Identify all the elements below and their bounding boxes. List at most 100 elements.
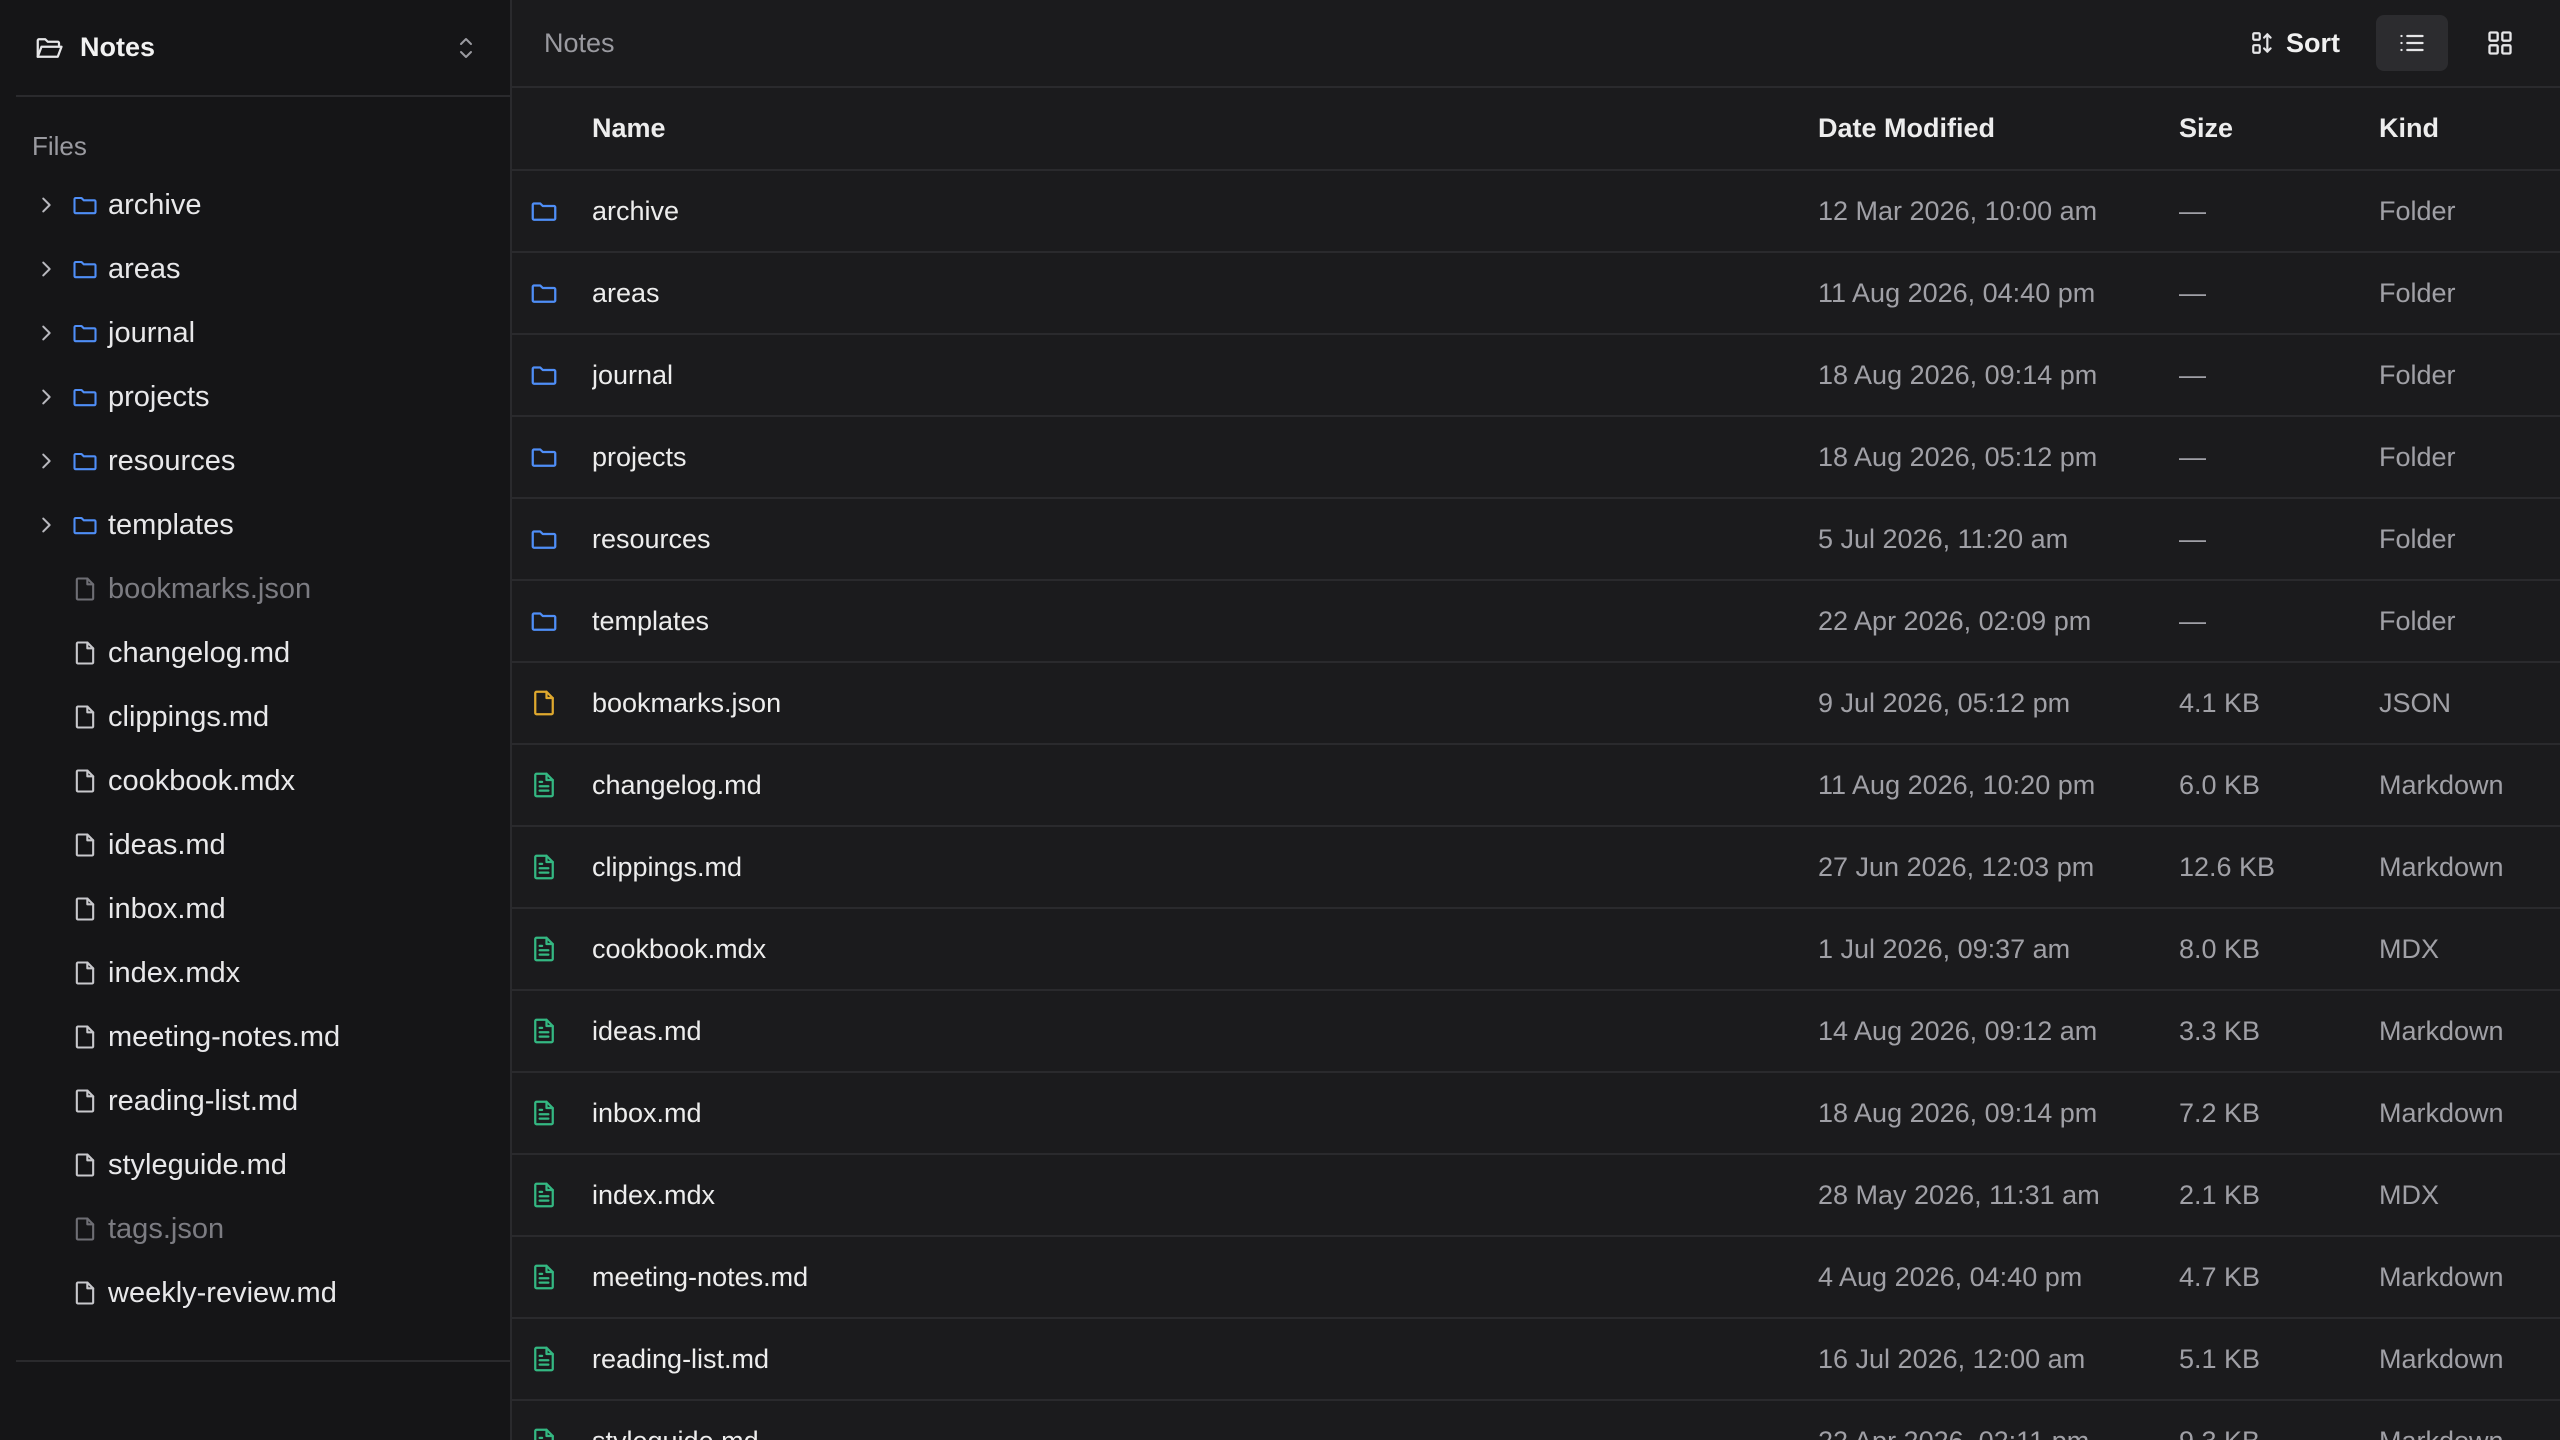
workspace-name: Notes [80,32,156,62]
table-row[interactable]: projects 18 Aug 2026, 05:12 pm — Folder [512,416,2560,498]
row-size: 5.1 KB [2179,1343,2261,1374]
breadcrumb[interactable]: Notes [544,28,2230,59]
sidebar: Notes Files archive areas journal projects r… [0,0,526,1440]
sidebar-file-item[interactable]: inbox.md [0,877,510,941]
row-date-modified: 1 Jul 2026, 09:37 am [1818,933,2071,964]
column-header-size[interactable]: Size [2179,88,2379,170]
sidebar-file-item[interactable]: changelog.md [0,621,510,685]
row-kind: Folder [2379,523,2456,554]
table-row[interactable]: journal 18 Aug 2026, 09:14 pm — Folder [512,334,2560,416]
row-size: 8.0 KB [2179,933,2261,964]
sidebar-file-item[interactable]: ideas.md [0,813,510,877]
sidebar-file-item[interactable]: meeting-notes.md [0,1005,510,1069]
row-date-modified: 28 May 2026, 11:31 am [1818,1179,2100,1210]
row-kind: Folder [2379,195,2456,226]
chevron-right-icon[interactable] [32,255,60,283]
grid-icon [2488,31,2512,55]
sidebar-folder-item[interactable]: journal [0,301,510,365]
sidebar-item-label: styleguide.md [108,1148,287,1181]
sidebar-item-label: cookbook.mdx [108,764,295,797]
row-kind: Markdown [2379,769,2504,800]
sidebar-item-label: tags.json [108,1212,225,1245]
row-date-modified: 11 Aug 2026, 04:40 pm [1818,277,2096,308]
table-row[interactable]: index.mdx 28 May 2026, 11:31 am 2.1 KB MDX [512,1154,2560,1236]
sidebar-file-item[interactable]: index.mdx [0,941,510,1005]
row-name: journal [592,359,674,390]
sidebar-folder-item[interactable]: templates [0,493,510,557]
table-row[interactable]: areas 11 Aug 2026, 04:40 pm — Folder [512,252,2560,334]
sidebar-file-item[interactable]: reading-list.md [0,1069,510,1133]
folder-icon [512,606,576,636]
table-row[interactable]: meeting-notes.md 4 Aug 2026, 04:40 pm 4.7 … [512,1236,2560,1318]
table-row[interactable]: bookmarks.json 9 Jul 2026, 05:12 pm 4.1 KB… [512,662,2560,744]
table-row[interactable]: clippings.md 27 Jun 2026, 12:03 pm 12.6 KB… [512,826,2560,908]
sidebar-file-item[interactable]: weekly-review.md [0,1261,510,1325]
file-icon [70,1150,100,1180]
list-view-button[interactable] [2376,15,2448,71]
row-date-modified: 18 Aug 2026, 09:14 pm [1818,359,2098,390]
table-row[interactable]: cookbook.mdx 1 Jul 2026, 09:37 am 8.0 KB MD… [512,908,2560,990]
row-size: 3.3 KB [2179,1015,2261,1046]
row-icon-cell [512,1236,592,1318]
table-row[interactable]: styleguide.md22 Apr 2026, 02:11 pm9.3 KB… [512,1400,2560,1440]
sidebar-folder-item[interactable]: projects [0,365,510,429]
row-name: resources [592,523,711,554]
table-row[interactable]: inbox.md 18 Aug 2026, 09:14 pm 7.2 KB Markd… [512,1072,2560,1154]
sidebar-file-item[interactable]: styleguide.md [0,1133,510,1197]
row-name: templates [592,605,710,636]
sidebar-folder-item[interactable]: areas [0,237,510,301]
row-date-modified: 22 Apr 2026, 02:09 pm [1818,605,2092,636]
sidebar-folder-item[interactable]: archive [0,173,510,237]
chevron-right-icon[interactable] [32,383,60,411]
folder-icon [70,254,100,284]
text-file-icon [512,1426,576,1440]
row-date-modified: 4 Aug 2026, 04:40 pm [1818,1261,2083,1292]
chevron-right-icon[interactable] [32,191,60,219]
row-name: styleguide.md [592,1400,1818,1440]
workspace-switcher[interactable]: Notes [16,0,526,97]
row-name: bookmarks.json [592,687,782,718]
sort-button-label: Sort [2286,27,2340,58]
sidebar-file-item[interactable]: tags.json [0,1197,510,1261]
sidebar-item-label: areas [108,252,181,285]
row-date-modified: 5 Jul 2026, 11:20 am [1818,523,2069,554]
table-row[interactable]: archive 12 Mar 2026, 10:00 am — Folder [512,170,2560,252]
table-row[interactable]: resources 5 Jul 2026, 11:20 am — Folder [512,498,2560,580]
row-kind: Markdown [2379,1400,2560,1440]
row-icon-cell [512,1072,592,1154]
folder-icon [70,190,100,220]
sort-button[interactable]: Sort [2230,15,2360,71]
row-name: meeting-notes.md [592,1261,809,1292]
row-date-modified: 9 Jul 2026, 05:12 pm [1818,687,2071,718]
folder-icon [512,524,576,554]
sidebar-folder-item[interactable]: resources [0,429,510,493]
file-icon [70,766,100,796]
table-row[interactable]: reading-list.md 16 Jul 2026, 12:00 am 5.1 … [512,1318,2560,1400]
table-row[interactable]: changelog.md 11 Aug 2026, 10:20 pm 6.0 KB M… [512,744,2560,826]
row-name: reading-list.md [592,1343,770,1374]
column-header-date-modified[interactable]: Date Modified [1818,88,2179,170]
sidebar-file-item[interactable]: cookbook.mdx [0,749,510,813]
chevron-right-icon[interactable] [32,319,60,347]
sidebar-file-item[interactable]: bookmarks.json [0,557,510,621]
column-header-kind[interactable]: Kind [2379,88,2560,170]
row-icon-cell [512,1318,592,1400]
sidebar-file-item[interactable]: clippings.md [0,685,510,749]
column-header-name[interactable]: Name [592,88,1818,170]
row-name: inbox.md [592,1097,702,1128]
row-kind: Markdown [2379,1097,2504,1128]
row-kind: MDX [2379,933,2439,964]
file-icon [70,894,100,924]
chevron-right-icon[interactable] [32,511,60,539]
row-kind: Markdown [2379,851,2504,882]
chevron-right-icon[interactable] [32,447,60,475]
chevron-up-down-icon[interactable] [454,33,478,63]
files-section-heading: Files [32,131,87,161]
table-row[interactable]: ideas.md 14 Aug 2026, 09:12 am 3.3 KB Markd… [512,990,2560,1072]
table-row[interactable]: templates 22 Apr 2026, 02:09 pm — Folder [512,580,2560,662]
row-size: — [2179,195,2206,226]
main-panel: Notes Sort Name Date Modified Size Kind … [512,0,2560,1440]
sidebar-item-label: changelog.md [108,636,291,669]
row-name: clippings.md [592,851,743,882]
grid-view-button[interactable] [2464,15,2536,71]
